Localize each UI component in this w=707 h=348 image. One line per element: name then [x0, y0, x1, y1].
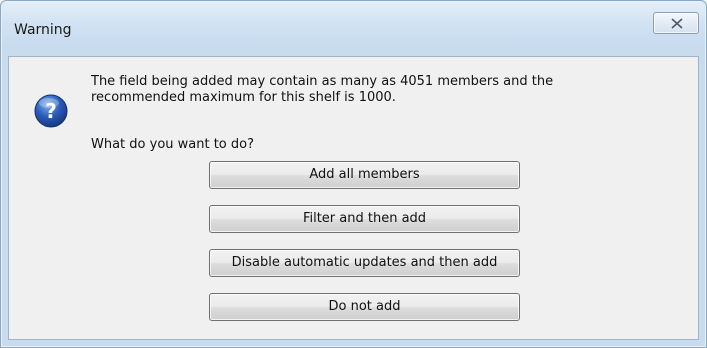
warning-dialog: Warning ? The field being added may cont…	[0, 0, 707, 348]
dialog-title: Warning	[14, 22, 72, 38]
add-all-members-button[interactable]: Add all members	[209, 161, 520, 189]
close-button[interactable]	[653, 12, 699, 34]
disable-updates-then-add-button[interactable]: Disable automatic updates and then add	[209, 249, 520, 277]
dialog-titlebar: Warning	[2, 2, 705, 47]
svg-text:?: ?	[45, 99, 57, 123]
do-not-add-button[interactable]: Do not add	[209, 293, 520, 321]
close-icon	[671, 18, 683, 29]
question-prompt: What do you want to do?	[91, 137, 255, 152]
warning-message: The field being added may contain as man…	[91, 74, 651, 106]
message-line: recommended maximum for this shelf is 10…	[91, 90, 396, 105]
message-line: The field being added may contain as man…	[91, 74, 554, 89]
question-icon: ?	[34, 94, 68, 128]
filter-then-add-button[interactable]: Filter and then add	[209, 205, 520, 233]
dialog-body: ? The field being added may contain as m…	[8, 56, 699, 340]
